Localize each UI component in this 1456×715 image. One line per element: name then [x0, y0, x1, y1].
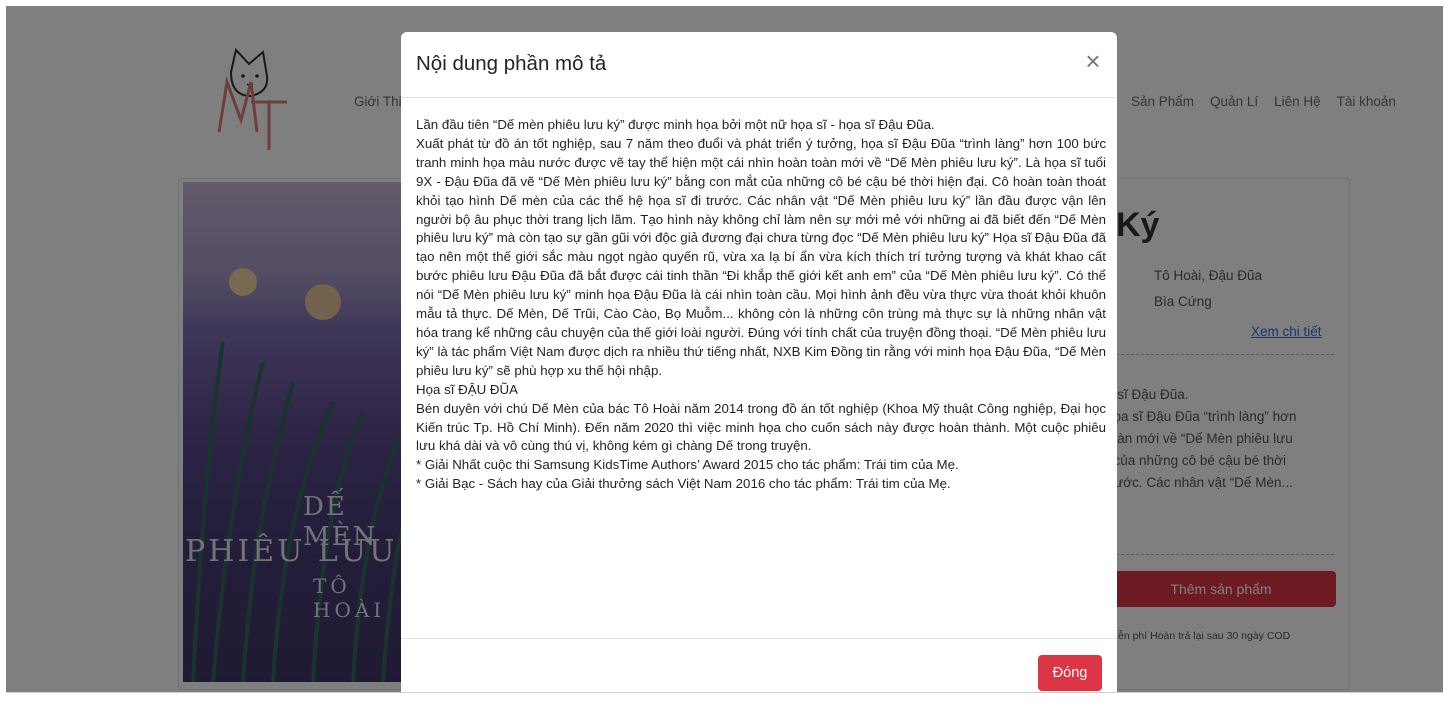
- browser-frame: Giới Thiệu Sản PhẩmQuản LíLiên HệTài kho…: [6, 6, 1443, 693]
- modal-paragraph: * Giải Nhất cuộc thi Samsung KidsTime Au…: [416, 457, 959, 473]
- modal-header: Nội dung phần mô tả ×: [401, 32, 1117, 98]
- close-button[interactable]: Đóng: [1038, 655, 1102, 691]
- description-modal: Nội dung phần mô tả × Lần đầu tiên “Dế m…: [401, 32, 1117, 692]
- modal-paragraph: * Giải Bạc - Sách hay của Giải thưởng sá…: [416, 476, 951, 492]
- modal-paragraph: Xuất phát từ đồ án tốt nghiệp, sau 7 năm…: [416, 135, 1106, 378]
- modal-footer: Đóng: [401, 638, 1117, 692]
- modal-body: Lần đầu tiên “Dế mèn phiêu lưu ký” được …: [416, 116, 1106, 494]
- close-icon[interactable]: ×: [1081, 48, 1105, 74]
- modal-paragraph: Lần đầu tiên “Dế mèn phiêu lưu ký” được …: [416, 117, 935, 132]
- modal-paragraph: Họa sĩ ĐẬU ĐŨA: [416, 381, 518, 397]
- modal-title: Nội dung phần mô tả: [416, 52, 607, 75]
- modal-paragraph: Bén duyên với chú Dế Mèn của bác Tô Hoài…: [416, 400, 1106, 454]
